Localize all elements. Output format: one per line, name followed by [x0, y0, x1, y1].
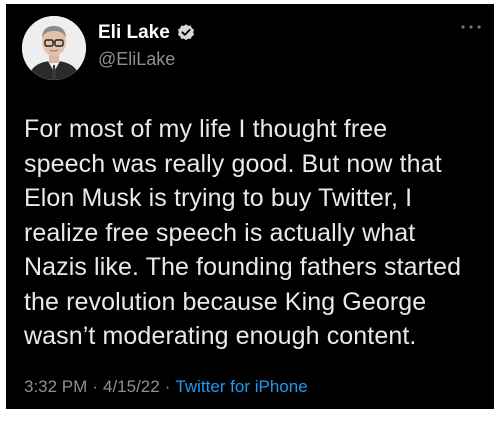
- tweet-text-line: wasn’t moderating enough content.: [24, 322, 417, 350]
- tweet-text-line: speech was really good. But now that: [24, 149, 442, 178]
- tweet-meta: 3:32 PM · 4/15/22 · Twitter for iPhone: [24, 376, 308, 398]
- tweet-text-line: For most of my life I thought free: [24, 115, 388, 143]
- tweet-source-link[interactable]: Twitter for iPhone: [175, 377, 307, 396]
- display-name-row[interactable]: Eli Lake: [98, 22, 196, 44]
- tweet-text: For most of my life I thought free speec…: [24, 112, 484, 354]
- meta-separator: ·: [164, 377, 171, 396]
- tweet-card[interactable]: Eli Lake @EliLake For most of my life I …: [6, 4, 494, 409]
- more-options-button[interactable]: [458, 18, 484, 36]
- meta-separator: ·: [92, 377, 98, 396]
- portrait-avatar-icon: [22, 16, 86, 80]
- tweet-time[interactable]: 3:32 PM: [24, 377, 87, 396]
- user-handle[interactable]: @EliLake: [98, 48, 175, 70]
- tweet-date[interactable]: 4/15/22: [103, 377, 160, 396]
- more-options-icon: [461, 25, 481, 29]
- verified-badge-icon: [176, 23, 196, 43]
- user-avatar[interactable]: [22, 16, 86, 80]
- tweet-text-line: realize free speech is actually what: [24, 218, 416, 247]
- display-name[interactable]: Eli Lake: [98, 22, 170, 44]
- tweet-text-line: Elon Musk is trying to buy Twitter, I: [24, 184, 413, 212]
- tweet-text-line: Nazis like. The founding fathers started: [24, 253, 462, 281]
- tweet-text-line: the revolution because King George: [24, 287, 427, 316]
